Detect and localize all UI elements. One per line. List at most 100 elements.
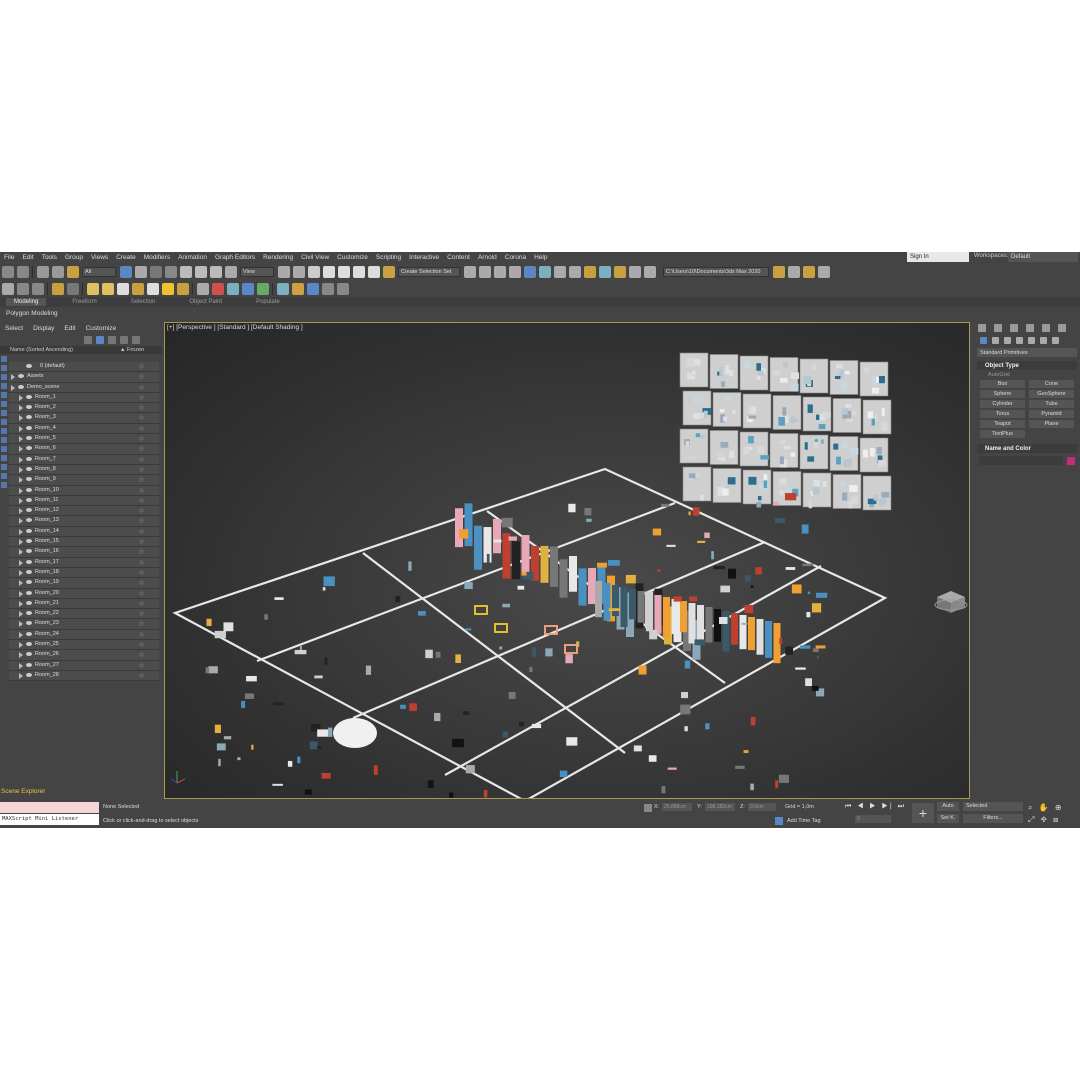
display-tab-icon[interactable] <box>1042 324 1050 332</box>
unlink-icon[interactable] <box>51 265 64 278</box>
project-folder-icon[interactable] <box>772 265 785 278</box>
name-and-color-rollout[interactable]: Name and Color <box>977 444 1077 453</box>
frozen-toggle-icon[interactable] <box>139 559 144 565</box>
filter-spacewarps-icon[interactable] <box>1 401 7 407</box>
menu-customize[interactable]: Customize <box>333 254 372 261</box>
visibility-eye-icon[interactable] <box>26 662 32 667</box>
visibility-eye-icon[interactable] <box>26 590 32 595</box>
x-coord-field[interactable]: 25,888cm <box>662 803 692 811</box>
create-tab-icon[interactable] <box>978 324 986 332</box>
menu-help[interactable]: Help <box>530 254 551 261</box>
list-item[interactable]: Room_13 <box>9 516 159 527</box>
motion-tab-icon[interactable] <box>1026 324 1034 332</box>
reference-coord-dropdown[interactable]: View <box>240 266 274 277</box>
help-icon[interactable] <box>336 282 349 295</box>
visibility-eye-icon[interactable] <box>26 652 32 657</box>
visibility-eye-icon[interactable] <box>26 549 32 554</box>
menu-edit[interactable]: Edit <box>18 254 37 261</box>
frozen-toggle-icon[interactable] <box>139 446 144 452</box>
list-item[interactable]: Room_1 <box>9 392 159 404</box>
expand-arrow-icon[interactable] <box>19 549 23 556</box>
schematic-view-icon[interactable] <box>553 265 566 278</box>
object-color-swatch[interactable] <box>1067 456 1075 465</box>
filter-all-icon[interactable] <box>1 464 7 470</box>
rendered-frame-icon[interactable] <box>598 265 611 278</box>
filter-helpers-icon[interactable] <box>1 392 7 398</box>
shaded-icon[interactable] <box>1 282 14 295</box>
visibility-eye-icon[interactable] <box>26 497 32 502</box>
visibility-eye-icon[interactable] <box>18 384 24 389</box>
frozen-toggle-icon[interactable] <box>139 466 144 472</box>
menu-content[interactable]: Content <box>443 254 474 261</box>
expand-arrow-icon[interactable] <box>19 662 23 669</box>
rect-selection-icon[interactable] <box>149 265 162 278</box>
menu-rendering[interactable]: Rendering <box>259 254 297 261</box>
primitive-pyramid-button[interactable]: Pyramid <box>1029 410 1074 418</box>
curve-editor-icon[interactable] <box>538 265 551 278</box>
filter-lights-icon[interactable] <box>1 374 7 380</box>
primitive-plane-button[interactable]: Plane <box>1029 420 1074 428</box>
ribbon-tab-selection[interactable]: Selection <box>123 298 164 306</box>
filter-xrefs-icon[interactable] <box>1 419 7 425</box>
expand-arrow-icon[interactable] <box>19 569 23 576</box>
helpers-icon[interactable] <box>1028 336 1035 344</box>
filter-none-icon[interactable] <box>1 473 7 479</box>
dome-icon[interactable] <box>101 282 114 295</box>
list-item[interactable]: Room_26 <box>9 650 159 661</box>
nav-controls-2[interactable]: ⤢ ✥ ⊠ <box>1028 815 1060 825</box>
key-filter-dropdown[interactable]: Selected <box>963 802 1023 811</box>
nav-controls[interactable]: ⌕ ✋ ⊕ <box>1028 803 1064 813</box>
link-icon[interactable] <box>36 265 49 278</box>
render-active-icon[interactable] <box>643 265 656 278</box>
visibility-eye-icon[interactable] <box>26 477 32 482</box>
redo-icon[interactable] <box>16 265 29 278</box>
project-save-icon[interactable] <box>802 265 815 278</box>
frozen-toggle-icon[interactable] <box>139 672 144 678</box>
frozen-toggle-icon[interactable] <box>139 518 144 524</box>
perspective-viewport[interactable]: [+] [Perspective ] [Standard ] [Default … <box>164 322 970 799</box>
list-item[interactable]: Demo_scene <box>9 382 159 393</box>
render-production-icon[interactable] <box>613 265 626 278</box>
frozen-toggle-icon[interactable] <box>139 611 144 617</box>
select-object-icon[interactable] <box>119 265 132 278</box>
frozen-toggle-icon[interactable] <box>139 600 144 606</box>
project-folder-path[interactable]: C:\Users\10\Documents\3ds Max 2020 <box>663 266 769 277</box>
frozen-toggle-icon[interactable] <box>139 415 144 421</box>
paint-icon[interactable] <box>211 282 224 295</box>
list-item[interactable]: Room_28 <box>9 670 159 682</box>
visibility-eye-icon[interactable] <box>26 364 32 368</box>
bowl-icon[interactable] <box>131 282 144 295</box>
spacewarps-icon[interactable] <box>1040 336 1047 344</box>
placement-icon[interactable] <box>224 265 237 278</box>
menu-interactive[interactable]: Interactive <box>405 254 443 261</box>
expand-arrow-icon[interactable] <box>19 436 23 443</box>
snaps-toggle-icon[interactable] <box>322 265 335 278</box>
bind-spacewarp-icon[interactable] <box>66 265 79 278</box>
select-by-name-icon[interactable] <box>134 265 147 278</box>
object-type-rollout[interactable]: Object Type <box>977 361 1077 370</box>
list-item[interactable]: Room_5 <box>9 434 159 445</box>
expand-arrow-icon[interactable] <box>11 384 15 391</box>
hand-icon[interactable] <box>256 282 269 295</box>
y-coord-field[interactable]: 108,182cm <box>705 803 735 811</box>
move-icon[interactable] <box>179 265 192 278</box>
list-item[interactable]: Room_10 <box>9 485 159 496</box>
menu-animation[interactable]: Animation <box>174 254 211 261</box>
scale-icon[interactable] <box>209 265 222 278</box>
angle-snap-icon[interactable] <box>337 265 350 278</box>
material-editor-icon[interactable] <box>568 265 581 278</box>
toggle-scene-explorer-icon[interactable] <box>493 265 506 278</box>
expand-arrow-icon[interactable] <box>19 518 23 525</box>
expand-arrow-icon[interactable] <box>11 374 15 381</box>
set-key-button[interactable]: Set K. <box>937 814 959 823</box>
filter-cameras-icon[interactable] <box>1 383 7 389</box>
maxscript-listener[interactable]: MAXScript Mini Listener <box>0 814 99 825</box>
project-settings-icon[interactable] <box>817 265 830 278</box>
menu-graph-editors[interactable]: Graph Editors <box>211 254 259 261</box>
visibility-eye-icon[interactable] <box>26 611 32 616</box>
visibility-eye-icon[interactable] <box>26 518 32 523</box>
terrain-icon[interactable] <box>66 282 79 295</box>
frozen-toggle-icon[interactable] <box>139 652 144 658</box>
expand-arrow-icon[interactable] <box>19 600 23 607</box>
menu-views[interactable]: Views <box>87 254 112 261</box>
